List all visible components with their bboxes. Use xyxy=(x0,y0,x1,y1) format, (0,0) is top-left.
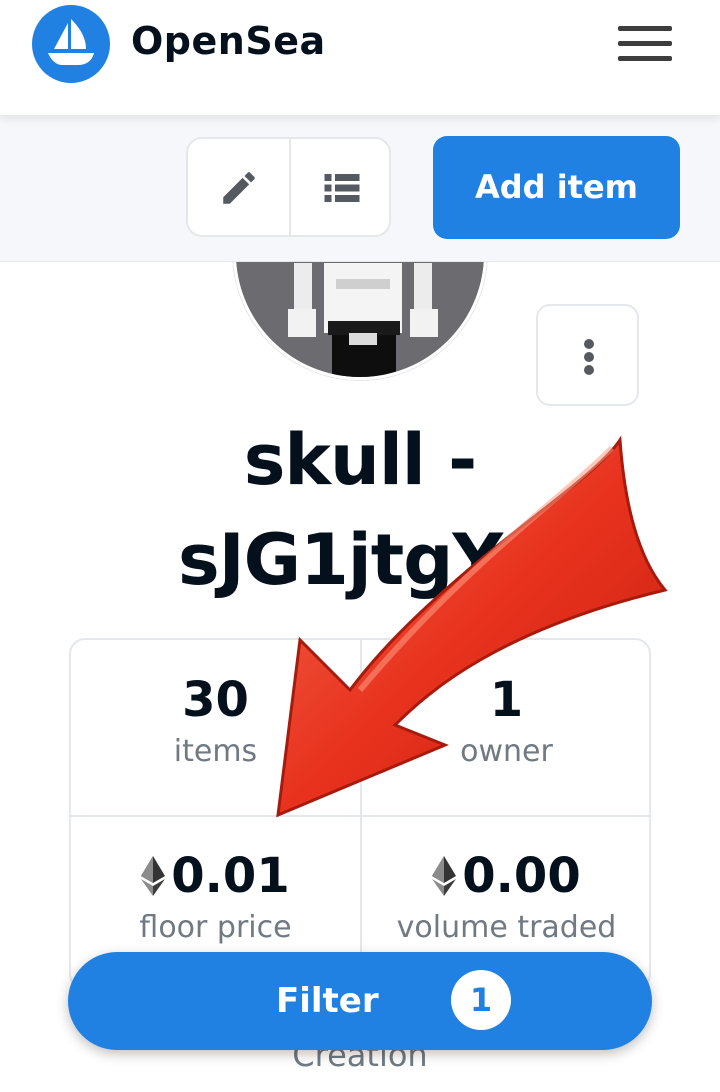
collection-stats: 30 items 1 owner 0.01 floor price 0.00 v… xyxy=(69,638,651,990)
filter-count-badge: 1 xyxy=(451,970,511,1030)
ethereum-icon xyxy=(432,856,457,896)
stat-items[interactable]: 30 items xyxy=(71,670,360,774)
pencil-icon xyxy=(223,172,255,204)
collection-title-line2: sJG1jtgY xyxy=(177,519,503,601)
ethereum-icon xyxy=(141,856,166,896)
stat-floor-value: 0.01 xyxy=(171,848,290,904)
stat-volume-label: volume traded xyxy=(396,910,617,945)
stat-volume-traded[interactable]: 0.00 volume traded xyxy=(362,846,651,950)
filter-button[interactable]: Filter 1 xyxy=(68,952,652,1050)
collection-toolbar: Add item xyxy=(0,115,720,262)
collection-title-line1: skull - xyxy=(243,419,477,501)
filter-label: Filter xyxy=(276,981,379,1021)
list-view-icon xyxy=(324,174,360,202)
sailboat-icon xyxy=(48,19,94,65)
stat-items-label: items xyxy=(173,734,258,769)
stat-volume-value: 0.00 xyxy=(462,848,581,904)
stat-owners-label: owner xyxy=(460,734,553,769)
stat-items-value: 30 xyxy=(182,672,249,728)
view-toggle-group xyxy=(186,137,391,237)
stat-floor-price[interactable]: 0.01 floor price xyxy=(71,846,360,950)
hamburger-menu-icon[interactable] xyxy=(618,26,672,62)
opensea-logo[interactable] xyxy=(32,5,110,83)
brand-name[interactable]: OpenSea xyxy=(131,19,326,63)
list-view-button[interactable] xyxy=(291,139,392,235)
more-options-button[interactable] xyxy=(536,304,639,406)
top-nav-bar: OpenSea xyxy=(0,0,720,115)
collection-title: skull - sJG1jtgY xyxy=(0,410,720,610)
stat-owners-value: 1 xyxy=(489,672,524,728)
stat-floor-label: floor price xyxy=(139,910,292,945)
add-item-button[interactable]: Add item xyxy=(433,136,680,239)
edit-button[interactable] xyxy=(188,139,289,235)
vertical-dots-icon xyxy=(584,339,594,349)
stat-owners[interactable]: 1 owner xyxy=(362,670,651,774)
